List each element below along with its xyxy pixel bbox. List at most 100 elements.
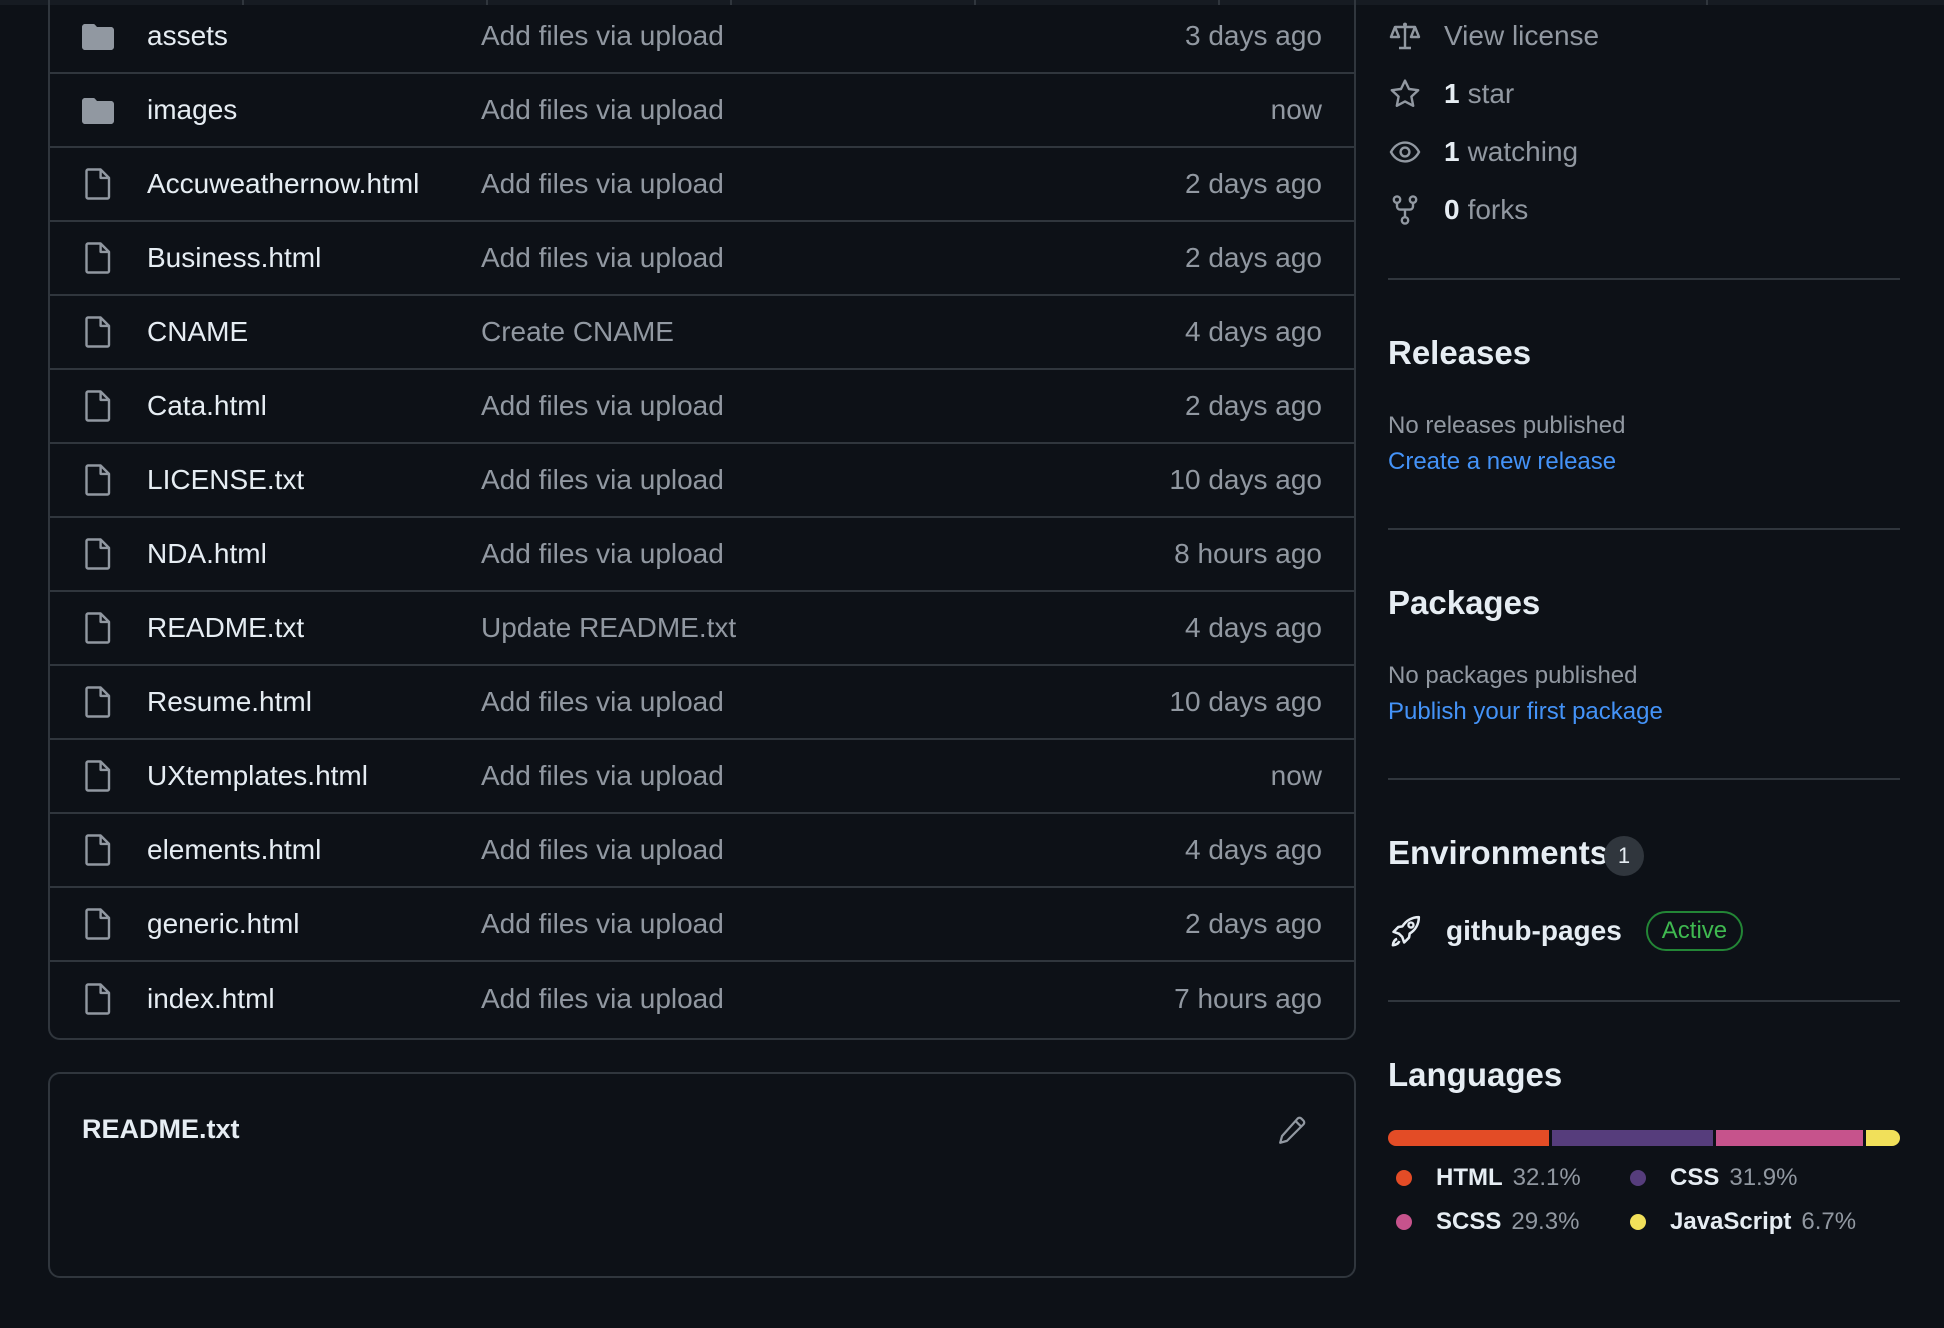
file-name[interactable]: Business.html [147, 242, 321, 274]
file-row[interactable]: UXtemplates.html Add files via upload no… [50, 740, 1354, 814]
language-dot [1396, 1170, 1412, 1186]
star-icon [1388, 77, 1422, 111]
commit-age: now [1270, 760, 1322, 791]
commit-message[interactable]: Add files via upload [481, 686, 724, 718]
watching-count: 1 [1444, 136, 1460, 167]
file-row[interactable]: LICENSE.txt Add files via upload 10 days… [50, 444, 1354, 518]
packages-title[interactable]: Packages [1388, 584, 1540, 622]
publish-package-link[interactable]: Publish your first package [1388, 698, 1663, 726]
file-name[interactable]: index.html [147, 983, 275, 1015]
file-name[interactable]: elements.html [147, 834, 321, 866]
file-row[interactable]: CNAME Create CNAME 4 days ago [50, 296, 1354, 370]
file-name[interactable]: generic.html [147, 908, 300, 940]
file-row[interactable]: README.txt Update README.txt 4 days ago [50, 592, 1354, 666]
packages-empty-text: No packages published [1388, 662, 1638, 689]
commit-message[interactable]: Add files via upload [481, 94, 724, 126]
file-row[interactable]: NDA.html Add files via upload 8 hours ag… [50, 518, 1354, 592]
folder-icon [82, 20, 114, 52]
commit-message[interactable]: Add files via upload [481, 834, 724, 866]
commit-age: 2 days ago [1185, 168, 1322, 199]
file-icon [82, 686, 114, 718]
commit-message[interactable]: Add files via upload [481, 390, 724, 422]
commit-message[interactable]: Add files via upload [481, 242, 724, 274]
file-row[interactable]: Accuweathernow.html Add files via upload… [50, 148, 1354, 222]
language-name: HTML [1436, 1164, 1503, 1191]
folder-icon [82, 94, 114, 126]
divider [1388, 278, 1900, 280]
file-icon [82, 316, 114, 348]
file-row[interactable]: elements.html Add files via upload 4 day… [50, 814, 1354, 888]
file-name[interactable]: Cata.html [147, 390, 267, 422]
file-name[interactable]: CNAME [147, 316, 248, 348]
language-dot [1630, 1214, 1646, 1230]
file-row[interactable]: generic.html Add files via upload 2 days… [50, 888, 1354, 962]
language-bar-segment [1388, 1130, 1550, 1146]
file-name[interactable]: NDA.html [147, 538, 267, 570]
file-row[interactable]: Cata.html Add files via upload 2 days ag… [50, 370, 1354, 444]
file-name[interactable]: Resume.html [147, 686, 312, 718]
commit-message[interactable]: Add files via upload [481, 464, 724, 496]
language-name: CSS [1670, 1164, 1720, 1191]
divider [1388, 778, 1900, 780]
environment-item[interactable]: github-pages Active [1388, 908, 1744, 954]
readme-box: README.txt [48, 1072, 1356, 1278]
file-row[interactable]: images Add files via upload now [50, 74, 1354, 148]
watching-link[interactable]: 1 watching [1388, 132, 1578, 172]
language-name: JavaScript [1670, 1208, 1792, 1235]
language-dot [1396, 1214, 1412, 1230]
language-dot [1630, 1170, 1646, 1186]
fork-icon [1388, 193, 1422, 227]
file-name[interactable]: UXtemplates.html [147, 760, 368, 792]
forks-link[interactable]: 0 forks [1388, 190, 1528, 230]
commit-age: 10 days ago [1169, 464, 1322, 495]
language-percent: 32.1% [1512, 1164, 1581, 1191]
environment-name[interactable]: github-pages [1446, 915, 1622, 947]
commit-message[interactable]: Add files via upload [481, 983, 724, 1015]
commit-age: 2 days ago [1185, 908, 1322, 939]
commit-message[interactable]: Add files via upload [481, 908, 724, 940]
file-icon [82, 538, 114, 570]
commit-age: now [1270, 94, 1322, 125]
language-item-javascript[interactable]: JavaScript 6.7% [1630, 1208, 1856, 1236]
create-release-link[interactable]: Create a new release [1388, 448, 1616, 476]
file-row[interactable]: index.html Add files via upload 7 hours … [50, 962, 1354, 1036]
status-badge: Active [1645, 911, 1744, 951]
environments-counter: 1 [1604, 836, 1644, 876]
commit-message[interactable]: Update README.txt [481, 612, 736, 644]
file-name[interactable]: images [147, 94, 237, 126]
rocket-icon [1388, 914, 1422, 948]
file-name[interactable]: LICENSE.txt [147, 464, 304, 496]
language-item-html[interactable]: HTML 32.1% [1396, 1164, 1581, 1192]
language-item-css[interactable]: CSS 31.9% [1630, 1164, 1797, 1192]
file-row[interactable]: Resume.html Add files via upload 10 days… [50, 666, 1354, 740]
stars-link[interactable]: 1 star [1388, 74, 1514, 114]
commit-message[interactable]: Add files via upload [481, 538, 724, 570]
commit-message[interactable]: Create CNAME [481, 316, 674, 348]
file-table: assets Add files via upload 3 days ago i… [48, 0, 1356, 1040]
language-percent: 31.9% [1729, 1164, 1798, 1191]
pencil-icon[interactable] [1274, 1112, 1310, 1148]
file-icon [82, 242, 114, 274]
file-name[interactable]: assets [147, 20, 228, 52]
commit-message[interactable]: Add files via upload [481, 760, 724, 792]
view-license-link[interactable]: View license [1388, 16, 1599, 56]
commit-message[interactable]: Add files via upload [481, 20, 724, 52]
commit-message[interactable]: Add files via upload [481, 168, 724, 200]
forks-count: 0 [1444, 194, 1460, 225]
file-row[interactable]: assets Add files via upload 3 days ago [50, 0, 1354, 74]
file-row[interactable]: Business.html Add files via upload 2 day… [50, 222, 1354, 296]
stars-count: 1 [1444, 78, 1460, 109]
file-name[interactable]: README.txt [147, 612, 304, 644]
commit-age: 2 days ago [1185, 390, 1322, 421]
file-name[interactable]: Accuweathernow.html [147, 168, 419, 200]
environments-title[interactable]: Environments [1388, 834, 1608, 872]
releases-empty-text: No releases published [1388, 412, 1626, 439]
file-icon [82, 760, 114, 792]
readme-title[interactable]: README.txt [82, 1114, 240, 1145]
language-bar-segment [1715, 1130, 1864, 1146]
releases-title[interactable]: Releases [1388, 334, 1531, 372]
commit-age: 4 days ago [1185, 834, 1322, 865]
languages-bar [1388, 1130, 1900, 1146]
language-item-scss[interactable]: SCSS 29.3% [1396, 1208, 1579, 1236]
file-icon [82, 168, 114, 200]
